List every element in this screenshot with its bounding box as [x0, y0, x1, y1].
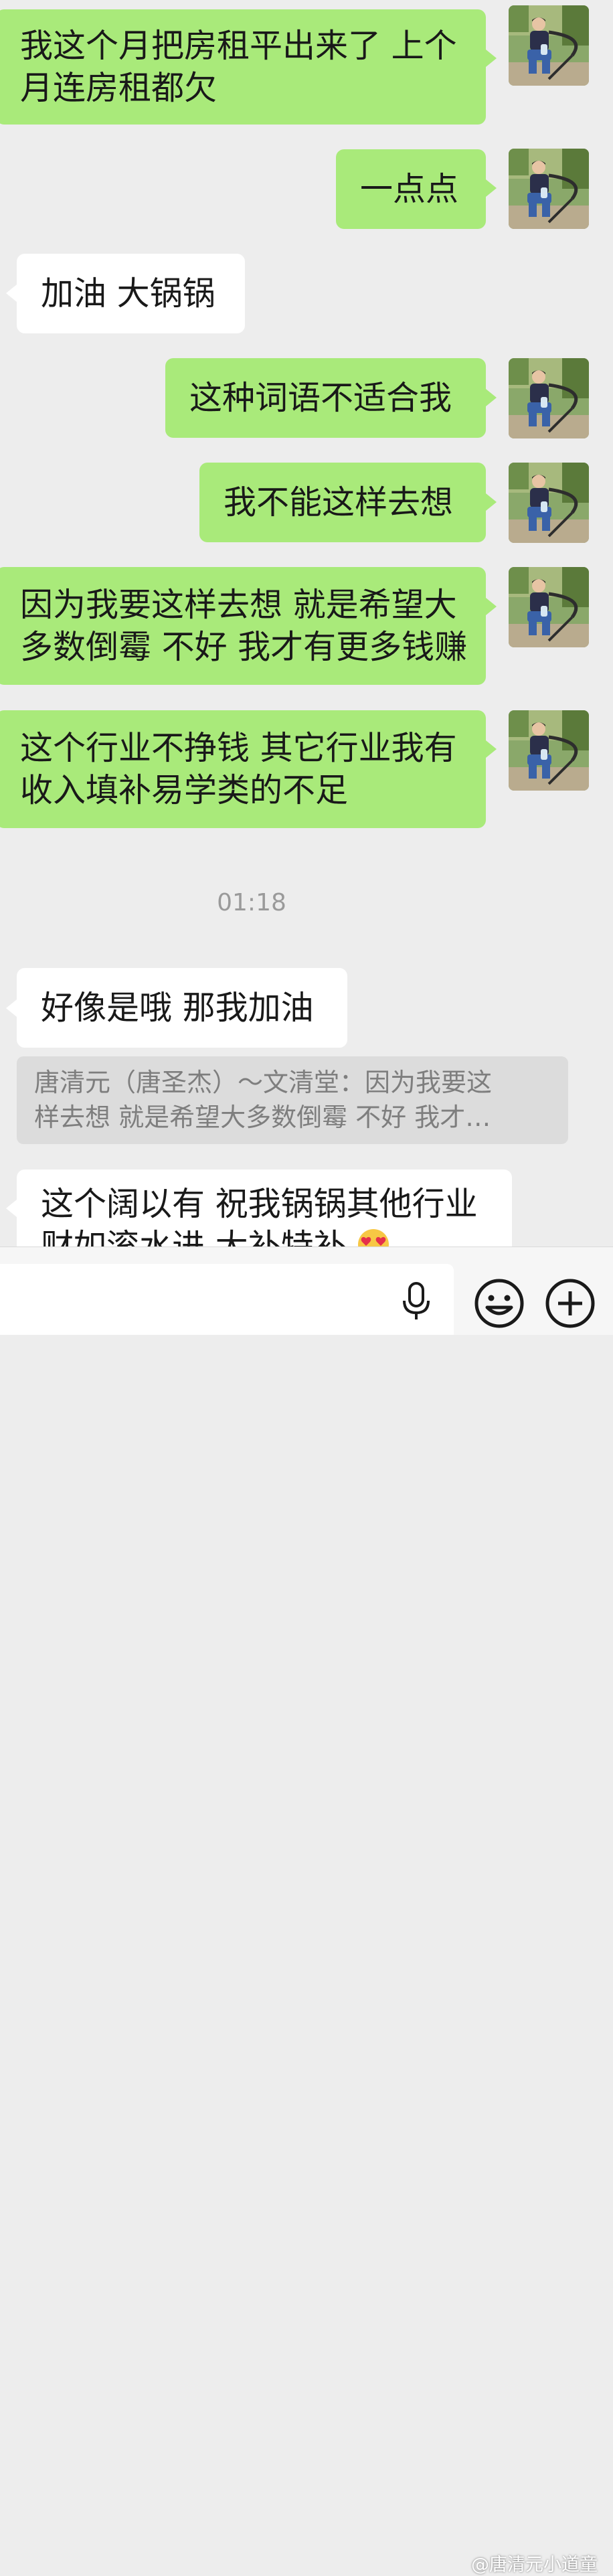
chat-message-list[interactable]: 我这个月把房租平出来了 上个 月连房租都欠 一点点 加油 大锅锅 这种词语不适合… [0, 0, 613, 1246]
message-line: 我这个月把房租平出来了 上个 [20, 27, 457, 65]
avatar[interactable] [509, 5, 589, 86]
avatar-image [509, 710, 589, 791]
avatar-image [509, 567, 589, 647]
message-text: 加油 大锅锅 [41, 274, 215, 313]
message-input[interactable] [0, 1264, 454, 1335]
message-bubble[interactable]: 我不能这样去想 [199, 463, 486, 542]
plus-icon[interactable] [545, 1278, 596, 1329]
message-bubble[interactable]: 因为我要这样去想 就是希望大 多数倒霉 不好 我才有更多钱赚 [0, 567, 486, 685]
watermark: @唐清元小道童 [471, 2555, 598, 2575]
bubble-tail [486, 50, 497, 67]
chat-timestamp: 01:18 [217, 889, 286, 916]
message-bubble[interactable]: 好像是哦 那我加油 [17, 968, 347, 1048]
input-bar: @唐清元小道童 [0, 1246, 613, 2575]
message-line: 收入填补易学类的不足 [20, 771, 349, 809]
message-bubble[interactable]: 这个行业不挣钱 其它行业我有 收入填补易学类的不足 [0, 710, 486, 828]
bubble-tail [486, 493, 497, 511]
message-bubble[interactable]: 这个阔以有 祝我锅锅其他行业 财如滚水进 大补特补 [17, 1170, 512, 1246]
quote-line: 唐清元（唐圣杰）～文清堂：因为我要这 [34, 1068, 493, 1097]
bubble-tail [6, 285, 17, 302]
message-text: 好像是哦 那我加油 [41, 989, 314, 1027]
message-text: 这种词语不适合我 [189, 379, 452, 417]
message-line: 这个行业不挣钱 其它行业我有 [20, 729, 457, 767]
message-bubble[interactable]: 加油 大锅锅 [17, 254, 245, 333]
message-bubble[interactable]: 一点点 [336, 149, 486, 229]
bubble-tail [486, 740, 497, 758]
message-line: 多数倒霉 不好 我才有更多钱赚 [20, 628, 468, 666]
avatar-image [509, 358, 589, 438]
avatar[interactable] [509, 463, 589, 543]
emoji-icon[interactable] [474, 1278, 525, 1329]
message-line: 月连房租都欠 [20, 69, 217, 107]
microphone-icon[interactable] [402, 1282, 431, 1322]
avatar[interactable] [509, 358, 589, 438]
bubble-tail [6, 1200, 17, 1217]
avatar-image [509, 149, 589, 229]
avatar[interactable] [509, 149, 589, 229]
bubble-tail [6, 999, 17, 1017]
message-line: 财如滚水进 大补特补 [41, 1225, 390, 1246]
message-line: 因为我要这样去想 就是希望大 [20, 586, 457, 624]
bubble-tail [486, 389, 497, 406]
quote-line: 样去想 就是希望大多数倒霉 不好 我才… [34, 1103, 491, 1132]
avatar[interactable] [509, 710, 589, 791]
message-line-text: 财如滚水进 大补特补 [41, 1227, 347, 1246]
quoted-message[interactable]: 唐清元（唐圣杰）～文清堂：因为我要这 样去想 就是希望大多数倒霉 不好 我才… [17, 1056, 568, 1144]
avatar-image [509, 463, 589, 543]
avatar-image [509, 5, 589, 86]
heart-eyes-emoji-icon [358, 1229, 389, 1246]
message-line: 这个阔以有 祝我锅锅其他行业 [41, 1185, 478, 1223]
avatar[interactable] [509, 567, 589, 647]
message-text: 我不能这样去想 [224, 483, 454, 521]
message-bubble[interactable]: 我这个月把房租平出来了 上个 月连房租都欠 [0, 9, 486, 125]
bubble-tail [486, 179, 497, 197]
message-text: 一点点 [360, 170, 459, 208]
message-bubble[interactable]: 这种词语不适合我 [165, 358, 486, 438]
bubble-tail [486, 598, 497, 615]
